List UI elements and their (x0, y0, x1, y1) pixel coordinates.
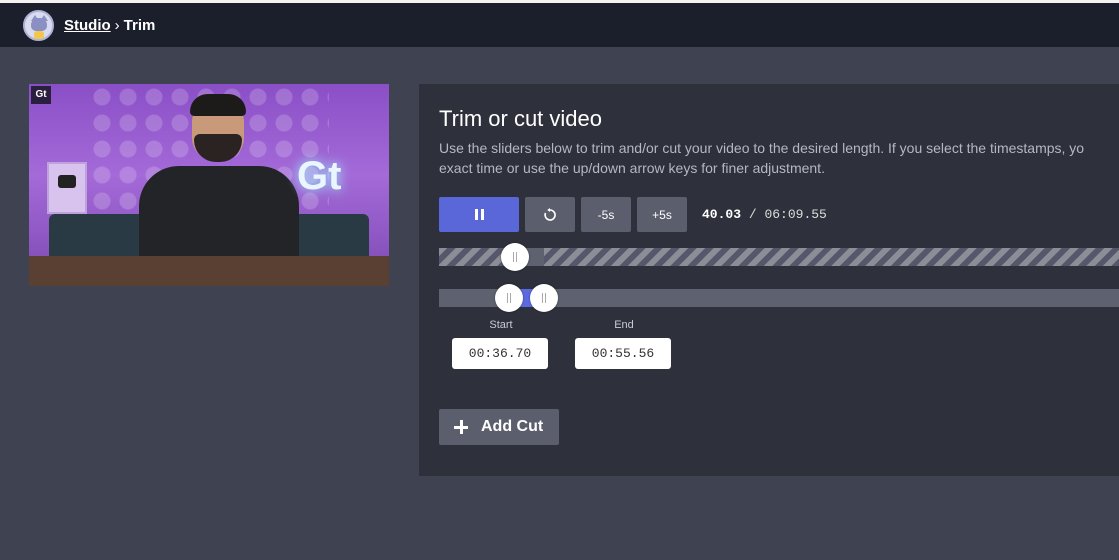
end-time-field[interactable]: 00:55.56 (575, 338, 671, 369)
instructions-line-1: Use the sliders below to trim and/or cut… (439, 140, 1085, 156)
top-bar: Studio › Trim (0, 0, 1119, 47)
trim-end-handle[interactable] (530, 284, 559, 312)
restart-button[interactable] (525, 197, 575, 232)
breadcrumb-separator: › (114, 16, 120, 34)
pause-button[interactable] (439, 197, 519, 232)
add-cut-button[interactable]: Add Cut (439, 409, 559, 445)
channel-logo: Gt (31, 86, 51, 104)
start-label: Start (489, 319, 513, 331)
playback-scrubber[interactable] (439, 243, 1119, 271)
current-time: 40.03 (702, 207, 742, 222)
page-title: Trim or cut video (439, 106, 603, 131)
plus-icon (454, 420, 468, 434)
total-duration: 06:09.55 (764, 207, 827, 222)
trim-range-slider[interactable] (439, 284, 1119, 312)
trim-editor-panel: Trim or cut video Use the sliders below … (419, 84, 1119, 476)
time-readout: 40.03 / 06:09.55 (702, 207, 827, 222)
trimmed-region-after (544, 248, 1119, 266)
video-preview[interactable]: Gt Gt (29, 84, 389, 286)
pause-icon (474, 209, 484, 220)
brand-neon-sign: Gt (297, 154, 342, 198)
time-separator: / (748, 207, 757, 222)
playhead-handle[interactable] (500, 243, 529, 271)
play-button-award-icon (47, 162, 87, 214)
end-label: End (614, 319, 634, 331)
instructions-text: Use the sliders below to trim and/or cut… (439, 138, 1119, 178)
trimmed-region-before (439, 248, 509, 266)
add-cut-label: Add Cut (481, 418, 544, 435)
forward-5s-button[interactable]: +5s (637, 197, 687, 232)
playback-controls: -5s +5s 40.03 / 06:09.55 (439, 197, 827, 232)
start-time-field[interactable]: 00:36.70 (452, 338, 548, 369)
rewind-5s-button[interactable]: -5s (581, 197, 631, 232)
cat-avatar-icon[interactable] (23, 9, 54, 41)
trim-start-handle[interactable] (494, 284, 523, 312)
breadcrumb-studio-link[interactable]: Studio (64, 17, 111, 34)
breadcrumb-current: Trim (123, 16, 156, 34)
restart-icon (544, 207, 556, 221)
instructions-line-2: exact time or use the up/down arrow keys… (439, 160, 825, 176)
breadcrumb: Studio › Trim (64, 17, 155, 34)
